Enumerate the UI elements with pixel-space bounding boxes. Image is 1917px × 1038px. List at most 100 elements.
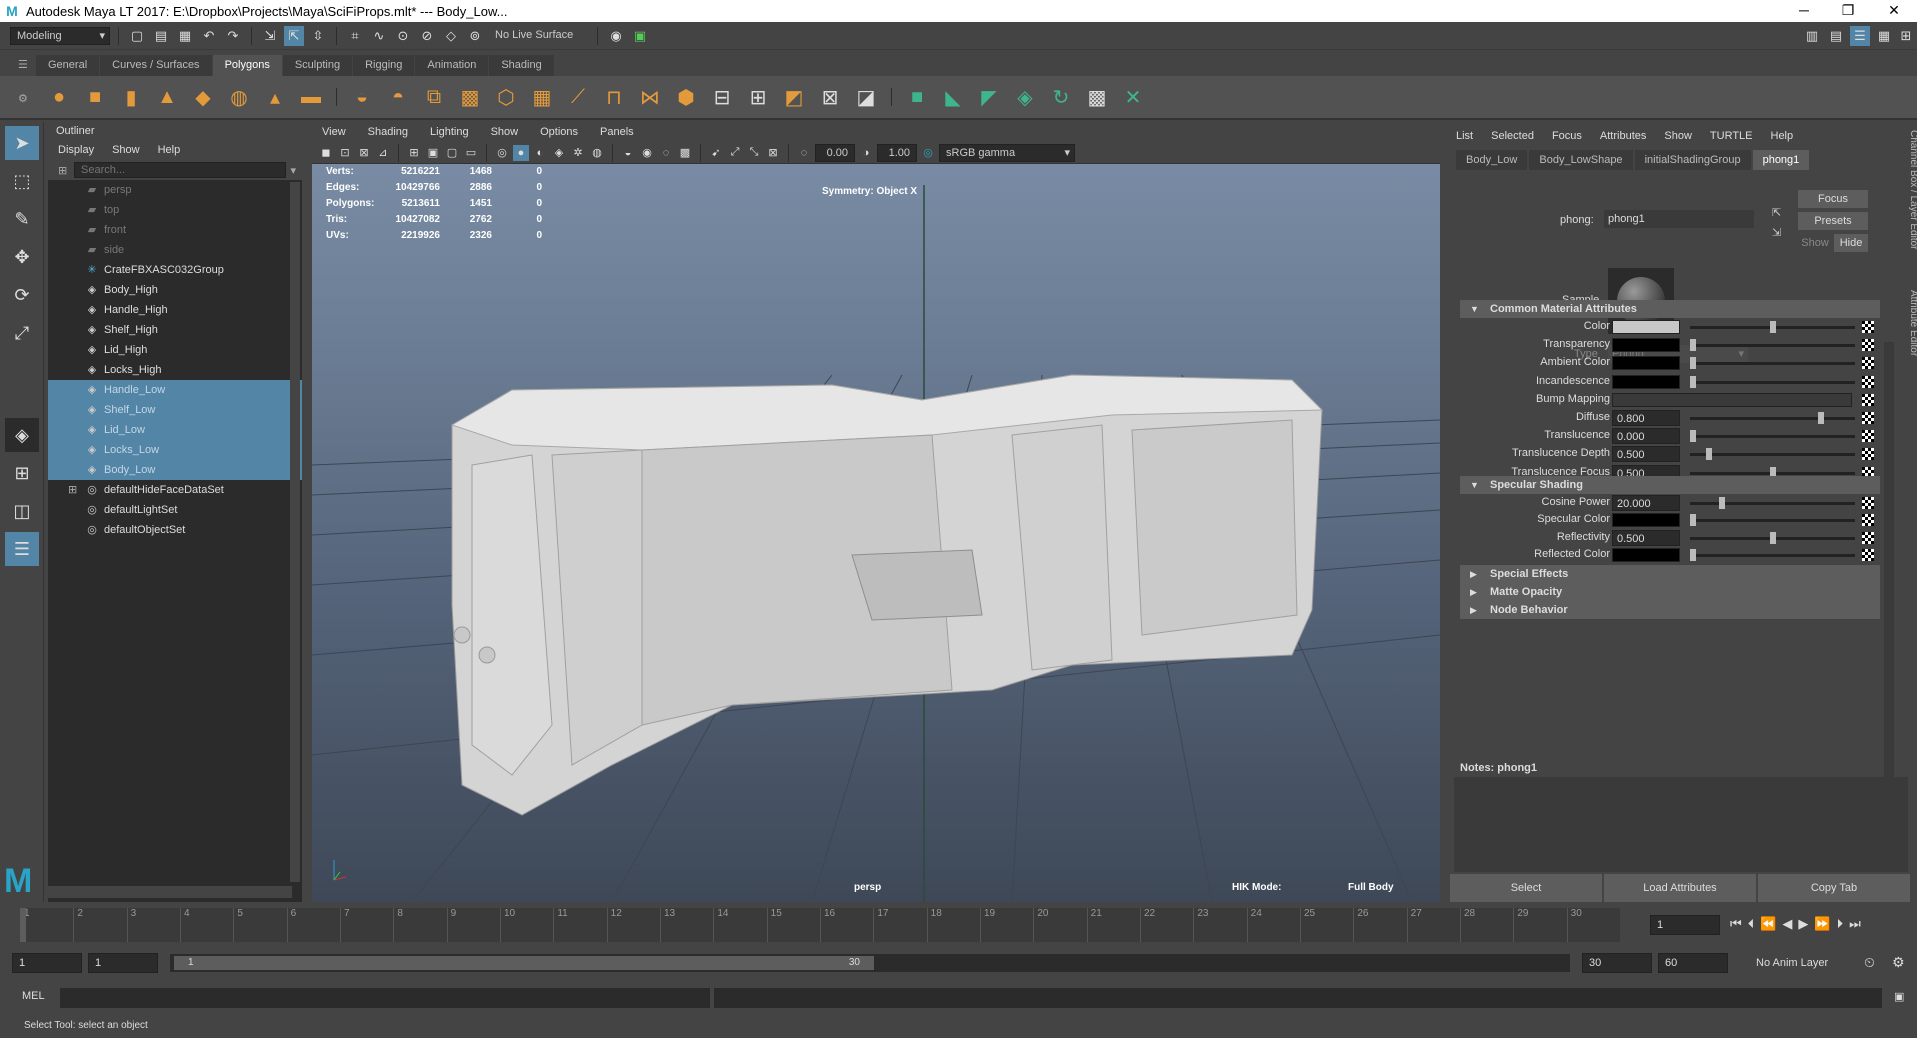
attr-slider-track[interactable]	[1690, 435, 1855, 439]
expand-icon[interactable]: ⊞	[68, 480, 77, 500]
map-texture-icon[interactable]	[1862, 339, 1874, 352]
node-name-field[interactable]: phong1	[1604, 210, 1754, 228]
attribute-editor-toggle-icon[interactable]: ▦	[1874, 26, 1894, 46]
snap-curve-icon[interactable]: ∿	[369, 26, 389, 46]
shelf-tab-curves-surfaces[interactable]: Curves / Surfaces	[100, 55, 212, 76]
viewport-menu-options[interactable]: Options	[540, 122, 578, 142]
viewport-menu-panels[interactable]: Panels	[600, 122, 634, 142]
presets-button[interactable]: Presets	[1798, 212, 1868, 230]
new-scene-icon[interactable]: ▢	[127, 26, 147, 46]
bridge-icon[interactable]: ⊓	[599, 82, 629, 112]
poly-cone-icon[interactable]: ▲	[152, 82, 182, 112]
time-slider[interactable]: 1 2 3 4 5 6 7 8 9 10 11 12 13 14 15 16 17 18 19 20 21 22 23 24 2…	[0, 906, 1917, 944]
merge-icon[interactable]: ◪	[851, 82, 881, 112]
outliner-item[interactable]: ◈ Body_High	[48, 280, 302, 300]
live-surface-field[interactable]: No Live Surface	[489, 26, 589, 45]
go-to-start-icon[interactable]: ⏮	[1730, 916, 1742, 932]
poly-pipe-icon[interactable]: ▬	[296, 82, 326, 112]
save-scene-icon[interactable]: ▦	[175, 26, 195, 46]
film-gate-icon[interactable]: ▣	[425, 145, 441, 161]
attr-slider-handle[interactable]	[1690, 430, 1696, 443]
live-surface-icon[interactable]: ⊚	[465, 26, 485, 46]
outliner-item[interactable]: ◈ Locks_High	[48, 360, 302, 380]
layout-panel-icon[interactable]: ▤	[1826, 26, 1846, 46]
color-swatch[interactable]	[1612, 356, 1680, 371]
outliner-item[interactable]: ◈ Lid_High	[48, 340, 302, 360]
shelf-tab-animation[interactable]: Animation	[415, 55, 489, 76]
target-weld-icon[interactable]: ⊞	[743, 82, 773, 112]
preferences-icon[interactable]: ⚙	[1892, 954, 1905, 971]
two-view-layout-icon[interactable]: ◫	[5, 494, 39, 528]
edge-loop-icon[interactable]: ◩	[779, 82, 809, 112]
poly-cube-icon[interactable]: ■	[80, 82, 110, 112]
lasso-tool-icon[interactable]: ⬚	[5, 164, 39, 198]
select-node-icon[interactable]: ⇱	[1772, 206, 1781, 219]
smooth-icon[interactable]: ▩	[455, 82, 485, 112]
section-special-effects[interactable]: ▶ Special Effects	[1460, 565, 1880, 583]
layout-icon[interactable]: ▥	[1802, 26, 1822, 46]
outliner-vertical-scrollbar[interactable]	[290, 182, 300, 882]
step-back-key-icon[interactable]: ⏪	[1760, 916, 1776, 932]
poly-pyramid-icon[interactable]: ▴	[260, 82, 290, 112]
attr-slider-handle[interactable]	[1690, 357, 1696, 370]
command-input[interactable]	[60, 988, 710, 1008]
move-tool-icon[interactable]: ✥	[5, 240, 39, 274]
attr-slider-track[interactable]	[1690, 519, 1855, 523]
shelf-tab-rigging[interactable]: Rigging	[353, 55, 415, 76]
uv-layout-icon[interactable]: ✕	[1118, 82, 1148, 112]
color-swatch[interactable]	[1612, 547, 1680, 562]
outliner-item[interactable]: ▰ side	[48, 240, 302, 260]
connect-icon[interactable]: ⊠	[815, 82, 845, 112]
channel-box-side-tab[interactable]: Channel Box / Layer Editor	[1908, 130, 1917, 250]
animation-end-field[interactable]: 60	[1658, 953, 1728, 973]
attr-slider-track[interactable]	[1690, 362, 1855, 366]
image-plane-icon[interactable]: ⊿	[375, 145, 391, 161]
outliner-item[interactable]: ◈ Shelf_High	[48, 320, 302, 340]
snap-view-icon[interactable]: ⊘	[417, 26, 437, 46]
xray-icon[interactable]: ◉	[639, 145, 655, 161]
outliner-item[interactable]: ⊞ ◎ defaultHideFaceDataSet	[48, 480, 302, 500]
search-input[interactable]	[74, 162, 287, 178]
outliner-item[interactable]: ◈ Lid_Low	[48, 420, 302, 440]
copy-tab-button[interactable]: Copy Tab	[1758, 874, 1910, 902]
ae-menu-focus[interactable]: Focus	[1552, 122, 1582, 150]
attr-slider-track[interactable]	[1690, 502, 1855, 505]
color-swatch[interactable]	[1612, 320, 1680, 334]
ssao-icon[interactable]: ◍	[589, 145, 605, 161]
color-management-icon[interactable]: ◎	[920, 145, 936, 161]
outliner-item[interactable]: ▰ front	[48, 220, 302, 240]
xray-joints-icon[interactable]: ◌	[658, 145, 674, 161]
poly-plane-icon[interactable]: ◆	[188, 82, 218, 112]
step-forward-key-icon[interactable]: ⏩	[1814, 916, 1830, 932]
color-swatch[interactable]	[1612, 513, 1680, 528]
outliner-item[interactable]: ◈ Shelf_Low	[48, 400, 302, 420]
rotate-tool-icon[interactable]: ⟳	[5, 278, 39, 312]
undo-icon[interactable]: ↶	[199, 26, 219, 46]
search-filter-icon[interactable]: ⊞	[58, 164, 67, 177]
render-view-icon[interactable]: ▣	[630, 26, 650, 46]
ae-menu-show[interactable]: Show	[1664, 122, 1692, 150]
script-editor-icon[interactable]: ▣	[1894, 990, 1904, 1003]
shelf-settings-icon[interactable]: ⚙	[18, 92, 28, 105]
select-hierarchy-icon[interactable]: ⇲	[260, 26, 280, 46]
attr-slider-track[interactable]	[1690, 417, 1855, 420]
snap-surface-icon[interactable]: ◇	[441, 26, 461, 46]
uv-cylindrical-icon[interactable]: ◣	[938, 82, 968, 112]
attr-slider-handle[interactable]	[1690, 514, 1696, 527]
separate-icon[interactable]: ◓	[383, 82, 413, 112]
single-perspective-layout-icon[interactable]: ◈	[5, 418, 39, 452]
redo-icon[interactable]: ↷	[223, 26, 243, 46]
outliner-item[interactable]: ◈ Handle_High	[48, 300, 302, 320]
outliner-horizontal-scrollbar[interactable]	[48, 886, 292, 898]
poly-sphere-icon[interactable]: ●	[44, 82, 74, 112]
section-specular-shading[interactable]: ▼ Specular Shading	[1460, 476, 1880, 494]
shelf-tab-sculpting[interactable]: Sculpting	[282, 55, 353, 76]
shelf-menu-icon[interactable]: ☰	[18, 58, 28, 71]
fill-hole-icon[interactable]: ⬢	[671, 82, 701, 112]
select-object-icon[interactable]: ⇱	[284, 25, 304, 46]
smooth-shade-icon[interactable]: ●	[513, 144, 529, 161]
select-button[interactable]: Select	[1450, 874, 1602, 902]
outliner-item[interactable]: ◈ Handle_Low	[48, 380, 302, 400]
ae-tab-initialshadinggroup[interactable]: initialShadingGroup	[1634, 150, 1751, 170]
notes-textarea[interactable]	[1454, 777, 1908, 872]
